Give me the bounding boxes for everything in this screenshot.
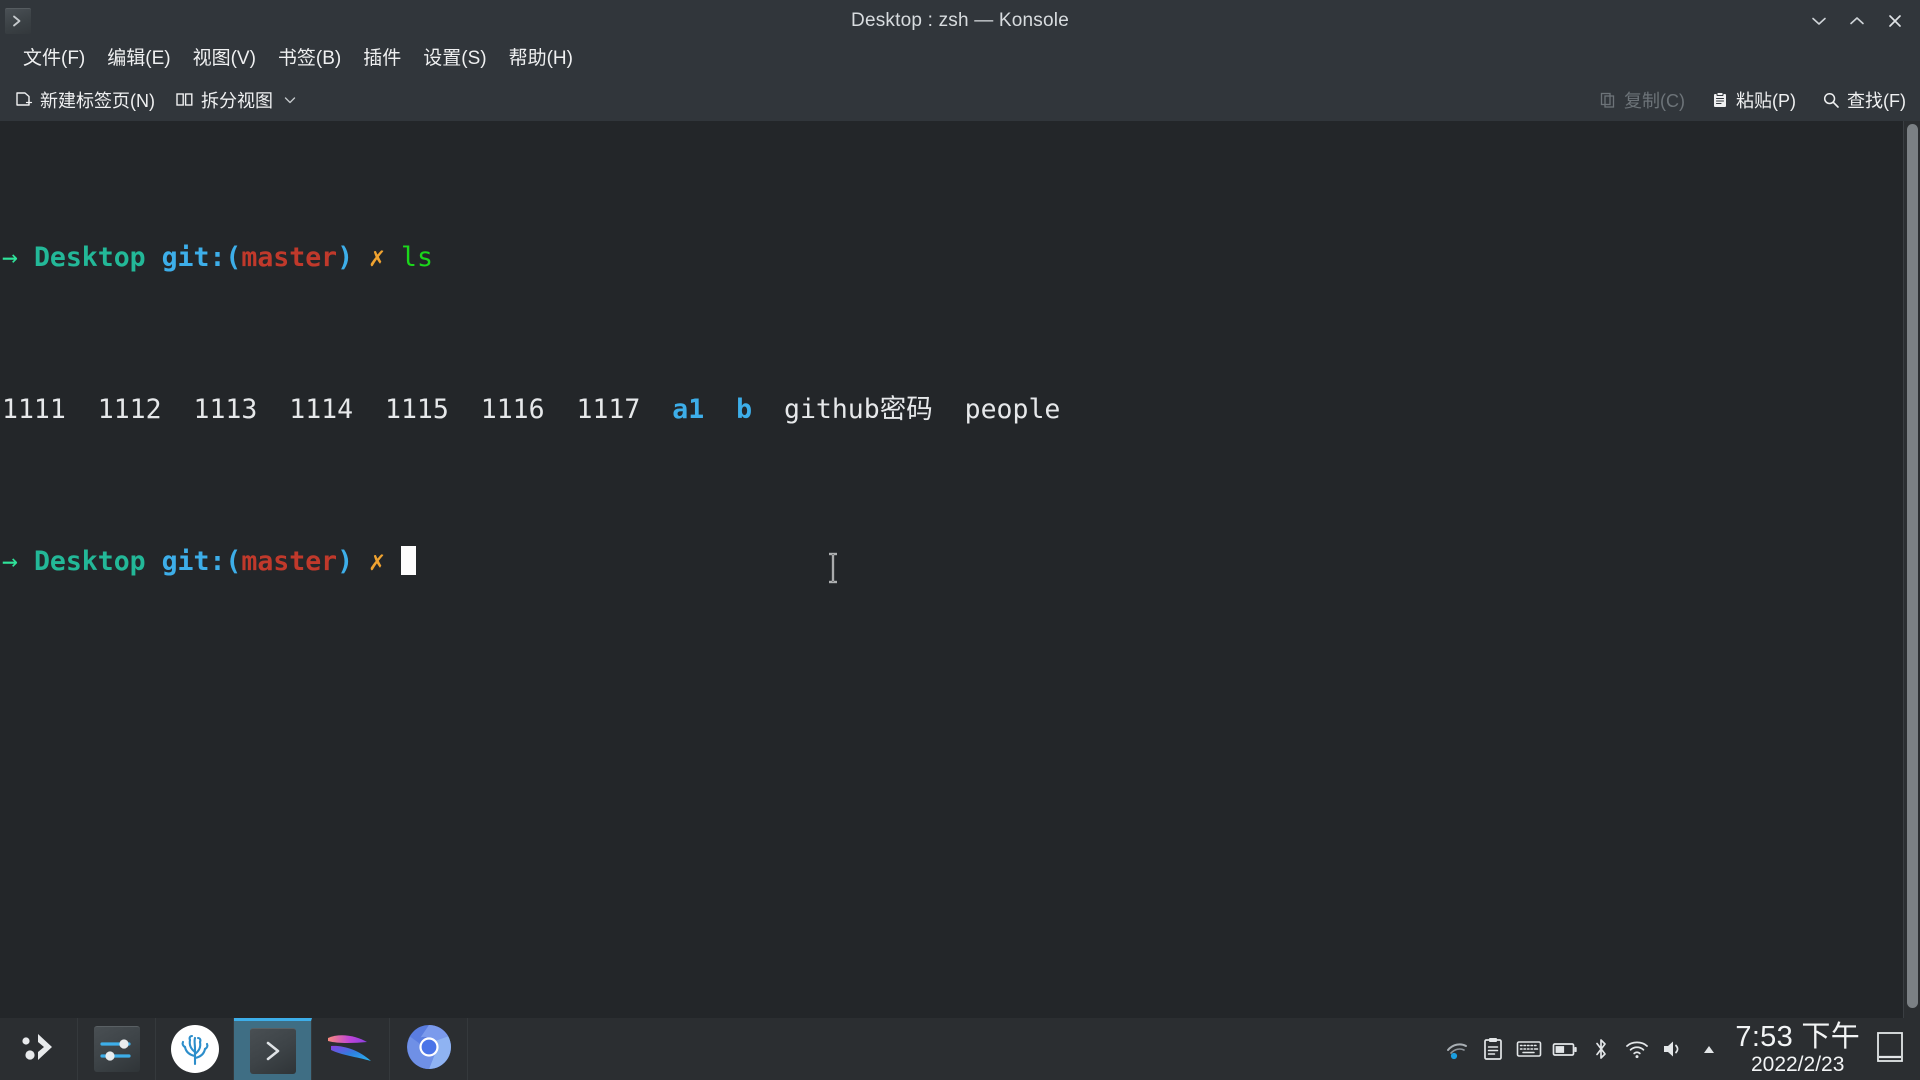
konsole-icon xyxy=(249,1027,296,1074)
taskbar-clock[interactable]: 7:53 下午 2022/2/23 xyxy=(1735,1021,1860,1076)
prompt-git-close: ) xyxy=(337,242,354,273)
tray-wifi-icon[interactable] xyxy=(1619,1018,1655,1080)
prompt-dir: Desktop xyxy=(33,546,146,577)
ls-entry: github密码 xyxy=(783,394,933,425)
system-tray: 7:53 下午 2022/2/23 xyxy=(1439,1018,1920,1080)
terminal-area[interactable]: → Desktop git:(master) ✗ ls 1111 1112 11… xyxy=(0,121,1920,1018)
ls-entry: 1115 xyxy=(385,394,449,425)
window-titlebar[interactable]: Desktop : zsh — Konsole xyxy=(0,0,1920,41)
ls-entry: 1113 xyxy=(193,394,258,425)
chromium-icon xyxy=(406,1024,452,1075)
prompt-dir: Desktop xyxy=(33,242,146,273)
tray-bluetooth-icon[interactable] xyxy=(1583,1018,1619,1080)
menu-help[interactable]: 帮助(H) xyxy=(498,46,584,73)
tray-network-icon[interactable] xyxy=(1439,1018,1475,1080)
show-desktop-button[interactable] xyxy=(1870,1018,1910,1080)
terminal-cursor xyxy=(400,546,416,575)
taskbar-launchers xyxy=(0,1018,468,1080)
copy-icon xyxy=(1599,91,1617,109)
coral-icon xyxy=(170,1025,219,1073)
menu-bookmarks[interactable]: 书签(B) xyxy=(267,46,352,73)
konsole-icon xyxy=(5,7,31,34)
toolbar: 新建标签页(N) 拆分视图 复制(C) 粘贴(P) 查找(F) xyxy=(0,78,1920,121)
window-controls xyxy=(1800,0,1914,41)
prompt-git-label: git:( xyxy=(161,242,242,273)
prompt-status: ✗ xyxy=(369,242,386,273)
prompt-status: ✗ xyxy=(369,546,386,577)
terminal-line-prompt-1: → Desktop git:(master) ✗ ls xyxy=(2,239,1920,277)
terminal-output: → Desktop git:(master) ✗ ls 1111 1112 11… xyxy=(0,121,1920,695)
terminal-scrollbar[interactable] xyxy=(1903,121,1920,1018)
tray-keyboard-icon[interactable] xyxy=(1511,1018,1547,1080)
find-label: 查找(F) xyxy=(1847,90,1906,111)
ls-entry: people xyxy=(964,394,1061,425)
maximize-button[interactable] xyxy=(1838,0,1876,41)
terminal-line-output-1: 1111 1112 1113 1114 1115 1116 1117 a1 b … xyxy=(2,391,1920,429)
desktop-root: Desktop : zsh — Konsole 文件(F) 编辑(E) 视图(V… xyxy=(0,0,1920,1080)
ls-entry: a1 xyxy=(672,394,705,425)
split-view-button[interactable]: 拆分视图 xyxy=(175,87,298,113)
copy-label: 复制(C) xyxy=(1624,90,1686,111)
new-tab-label: 新建标签页(N) xyxy=(40,90,155,111)
close-button[interactable] xyxy=(1876,0,1914,41)
ls-entry: 1114 xyxy=(289,394,354,425)
prompt-git-close: ) xyxy=(337,546,354,577)
settings-launcher[interactable] xyxy=(78,1018,156,1080)
tray-clipboard-icon[interactable] xyxy=(1475,1018,1511,1080)
scrollbar-thumb[interactable] xyxy=(1907,124,1918,1008)
swoosh-icon xyxy=(325,1028,377,1071)
taskbar: 7:53 下午 2022/2/23 xyxy=(0,1018,1920,1080)
ls-entry: 1117 xyxy=(576,394,641,425)
paste-label: 粘贴(P) xyxy=(1736,90,1797,111)
find-button[interactable]: 查找(F) xyxy=(1822,87,1906,113)
clock-date: 2022/2/23 xyxy=(1750,1053,1845,1076)
media-launcher[interactable] xyxy=(312,1018,390,1080)
konsole-task[interactable] xyxy=(234,1018,312,1080)
clock-time: 7:53 下午 xyxy=(1735,1021,1860,1053)
prompt-branch: master xyxy=(241,242,338,273)
copy-button[interactable]: 复制(C) xyxy=(1599,87,1685,113)
prompt-branch: master xyxy=(241,546,338,577)
ls-entry: 1112 xyxy=(97,394,162,425)
terminal-line-prompt-2: → Desktop git:(master) ✗ xyxy=(2,543,1920,581)
menu-edit[interactable]: 编辑(E) xyxy=(96,46,181,73)
ls-entry: 1111 xyxy=(2,394,66,425)
chevron-down-icon[interactable] xyxy=(282,92,298,108)
tray-battery-icon[interactable] xyxy=(1547,1018,1583,1080)
tray-volume-icon[interactable] xyxy=(1655,1018,1691,1080)
menu-view[interactable]: 视图(V) xyxy=(182,46,267,73)
prompt-git-label: git:( xyxy=(161,546,242,577)
chromium-launcher[interactable] xyxy=(390,1018,468,1080)
new-tab-icon xyxy=(14,90,33,109)
split-view-label: 拆分视图 xyxy=(201,90,273,111)
tray-expand-icon[interactable] xyxy=(1691,1018,1727,1080)
prompt-arrow: → xyxy=(2,546,18,577)
desktop-icon xyxy=(1875,1030,1905,1069)
paste-button[interactable]: 粘贴(P) xyxy=(1711,87,1796,113)
split-view-icon xyxy=(175,91,194,108)
prompt-command: ls xyxy=(400,242,433,273)
menu-settings[interactable]: 设置(S) xyxy=(412,46,497,73)
menu-plugins[interactable]: 插件 xyxy=(352,46,412,73)
ls-entry: 1116 xyxy=(480,394,545,425)
minimize-button[interactable] xyxy=(1800,0,1838,41)
menu-file[interactable]: 文件(F) xyxy=(12,46,96,73)
sliders-icon xyxy=(93,1026,140,1072)
menubar: 文件(F) 编辑(E) 视图(V) 书签(B) 插件 设置(S) 帮助(H) xyxy=(0,41,1920,78)
window-title: Desktop : zsh — Konsole xyxy=(851,9,1069,31)
search-icon xyxy=(1822,91,1840,109)
new-tab-button[interactable]: 新建标签页(N) xyxy=(14,87,155,113)
prompt-arrow: → xyxy=(2,242,18,273)
kde-menu-icon xyxy=(16,1024,62,1075)
application-menu-launcher[interactable] xyxy=(0,1018,78,1080)
ls-entry: b xyxy=(736,394,753,425)
paste-icon xyxy=(1711,91,1729,109)
file-manager-launcher[interactable] xyxy=(156,1018,234,1080)
